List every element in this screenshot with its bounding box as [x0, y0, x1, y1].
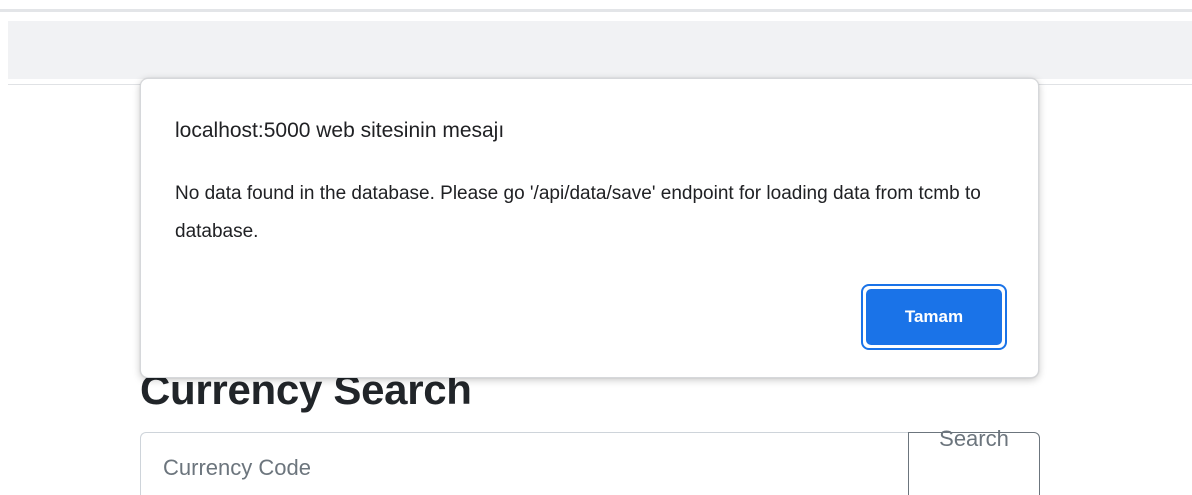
- search-button-label: Search: [939, 426, 1009, 451]
- navbar: [8, 21, 1192, 79]
- search-button[interactable]: Search: [908, 426, 1040, 495]
- alert-message: No data found in the database. Please go…: [175, 183, 981, 242]
- currency-search-group: Search: [140, 426, 1040, 495]
- ok-button[interactable]: Tamam: [861, 284, 1007, 350]
- ok-button-label: Tamam: [866, 289, 1002, 345]
- browser-top-border: [0, 9, 1192, 12]
- currency-code-input[interactable]: [140, 432, 908, 495]
- alert-title: localhost:5000 web sitesinin mesajı: [175, 119, 505, 142]
- page: Currency Search Search localhost:5000 we…: [0, 0, 1192, 495]
- alert-dialog: localhost:5000 web sitesinin mesajı No d…: [140, 78, 1039, 378]
